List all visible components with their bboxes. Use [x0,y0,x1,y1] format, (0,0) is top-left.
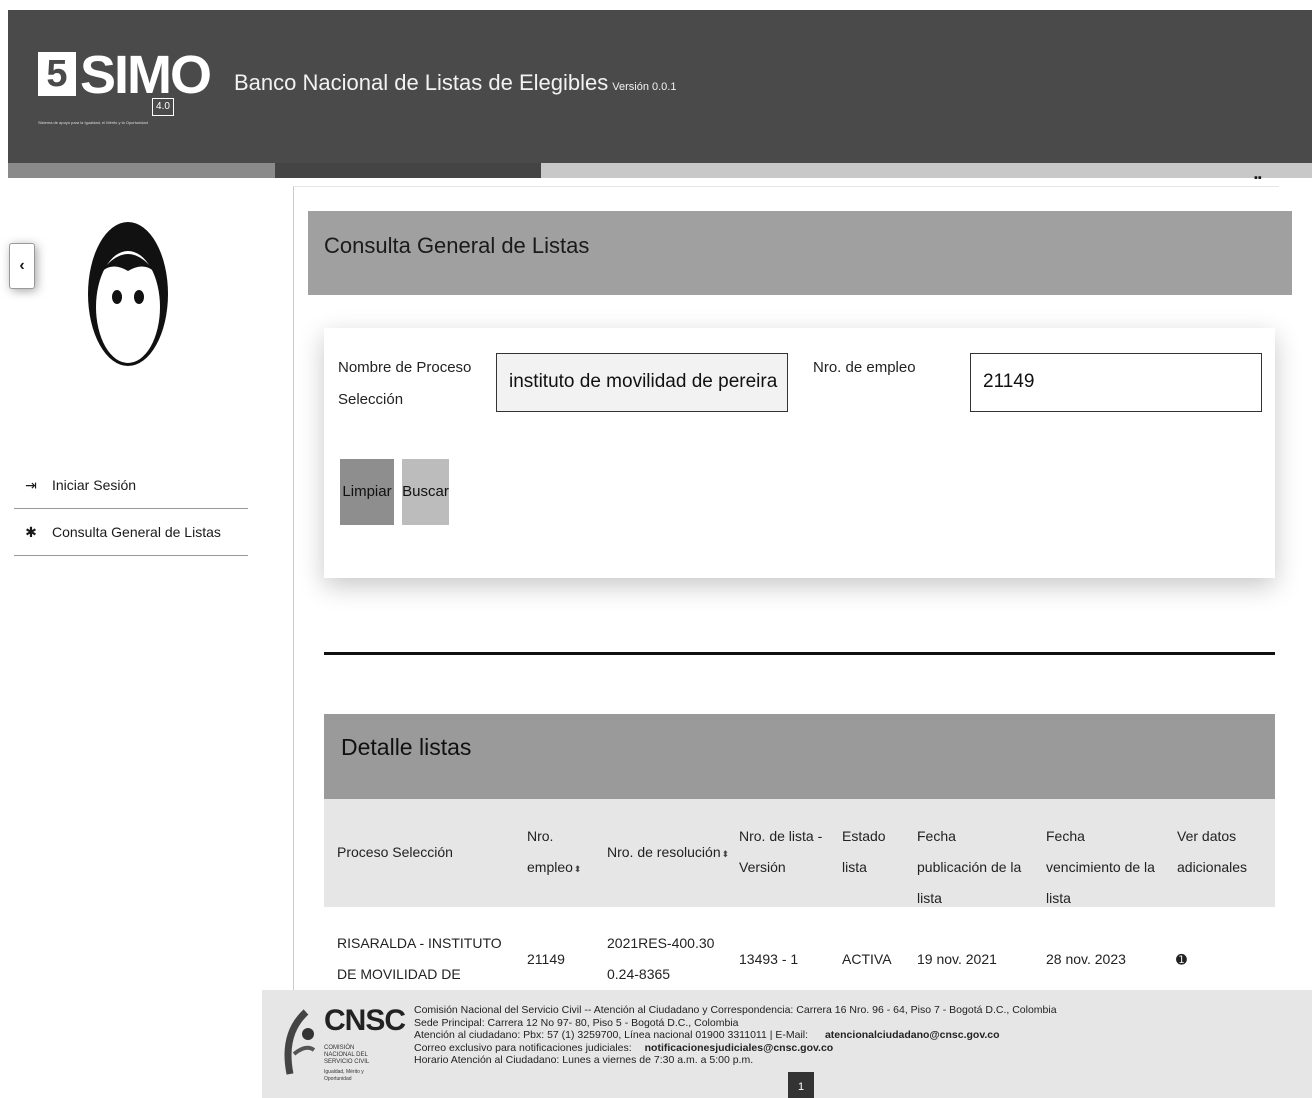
cell-lista-version: 13493 - 1 [739,951,799,967]
app-title-text: Banco Nacional de Listas de Elegibles [234,70,609,95]
cnsc-logo-sub: COMISIÓN NACIONAL DEL SERVICIO CIVIL Igu… [324,1045,374,1083]
empleo-label: Nro. de empleo [813,359,916,376]
col-empleo[interactable]: Nro. empleo⬍ [527,821,581,885]
cell-resolucion: 2021RES-400.300.24-8365 [607,935,715,982]
asterisk-icon: ✱ [25,523,37,540]
detail-title: Detalle listas [341,734,472,760]
col-estado: Estado lista [842,828,886,875]
cnsc-logo-tagline: Igualdad, Mérito y Oportunidad [324,1069,364,1082]
col-fecha-publicacion: Fecha publicación de la lista [917,828,1022,906]
sidebar-menu: ⇥ Iniciar Sesión ✱ Consulta General de L… [14,462,248,556]
footer-line-text: Atención al ciudadano: Pbx: 57 (1) 32597… [414,1029,809,1042]
footer-line: Horario Atención al Ciudadano: Lunes a v… [414,1054,754,1067]
cnsc-figure-icon [284,1009,316,1075]
cnsc-logo-subtitle: COMISIÓN NACIONAL DEL SERVICIO CIVIL [324,1045,370,1065]
section-divider [324,652,1275,655]
sort-icon[interactable]: ⬍ [574,864,582,874]
cnsc-logo-text: CNSC [324,1004,406,1037]
col-resolucion[interactable]: Nro. de resolución⬍ [607,837,729,870]
col-empleo-label: Nro. empleo [527,828,573,875]
footer-judicial-email-link[interactable]: notificacionesjudiciales@cnsc.gov.co [645,1042,834,1054]
view-details-icon[interactable]: ➊ [1176,944,1187,975]
col-resolucion-label: Nro. de resolución [607,844,721,860]
proceso-label: Nombre de Proceso Selección [338,359,472,408]
page-title-bar: Consulta General de Listas [308,211,1292,295]
avatar-icon [88,222,168,366]
chevron-left-icon: ‹ [19,257,25,274]
app-title: Banco Nacional de Listas de Elegibles Ver… [234,70,676,96]
header-tab-strip [8,163,1312,178]
footer-line: Sede Principal: Carrera 12 No 97- 80, Pi… [414,1016,739,1029]
proceso-input[interactable]: instituto de movilidad de pereira [496,353,788,412]
simo-logo-tagline: Sistema de apoyo para la Igualdad, el Mé… [38,120,148,125]
empleo-input[interactable]: 21149 [970,353,1262,412]
footer-line: Atención al ciudadano: Pbx: 57 (1) 32597… [414,1029,1057,1042]
sidebar-collapse-button[interactable]: ‹ [9,243,35,289]
footer-line-text: Correo exclusivo para notificaciones jud… [414,1041,632,1054]
col-ver-datos: Ver datos adicionales [1177,828,1248,875]
sidebar-item-consulta-general[interactable]: ✱ Consulta General de Listas [14,509,248,556]
cell-fecha-vencimiento: 28 nov. 2023 [1046,951,1126,967]
footer: CNSC COMISIÓN NACIONAL DEL SERVICIO CIVI… [262,990,1312,1098]
footer-line: Correo exclusivo para notificaciones jud… [414,1042,1057,1055]
sidebar-item-label: Iniciar Sesión [52,477,137,493]
buscar-button[interactable]: Buscar [402,459,449,525]
simo-logo-text: SIMO [80,45,212,105]
page-title: Consulta General de Listas [324,233,590,258]
tab-strip-segment-active [275,163,541,178]
corner-icon: ▪▪ [1254,172,1262,184]
sort-icon[interactable]: ⬍ [722,849,730,859]
footer-line: Comisión Nacional del Servicio Civil -- … [414,1004,1057,1016]
page-number-button[interactable]: 1 [788,1072,814,1098]
app-header: 5 SIMO 4.0 Sistema de apoyo para la Igua… [8,10,1312,163]
simo-logo[interactable]: 5 SIMO 4.0 Sistema de apoyo para la Igua… [36,45,212,134]
cell-empleo: 21149 [527,951,565,967]
cnsc-logo: CNSC COMISIÓN NACIONAL DEL SERVICIO CIVI… [272,1004,406,1084]
col-lista-version: Nro. de lista - Versión [739,828,823,875]
footer-email-link[interactable]: atencionalciudadano@cnsc.gov.co [825,1029,1000,1041]
sidebar-item-label: Consulta General de Listas [52,524,221,540]
col-proceso: Proceso Selección [337,844,453,860]
footer-contact-info: Comisión Nacional del Servicio Civil -- … [414,1004,1057,1067]
simo-logo-mark-icon: 5 [38,52,76,96]
app-version: Versión 0.0.1 [612,81,677,93]
cell-fecha-publicacion: 19 nov. 2021 [917,951,997,967]
limpiar-button[interactable]: Limpiar [340,459,394,525]
user-avatar [86,219,170,369]
tab-strip-segment [8,163,275,178]
col-fecha-vencimiento: Fecha vencimiento de la lista [1046,828,1155,906]
simo-logo-version: 4.0 [152,98,174,116]
sidebar-item-iniciar-sesion[interactable]: ⇥ Iniciar Sesión [14,462,248,509]
cell-estado: ACTIVA [842,951,892,967]
detail-header: Detalle listas [324,714,1275,799]
login-icon: ⇥ [25,476,37,493]
